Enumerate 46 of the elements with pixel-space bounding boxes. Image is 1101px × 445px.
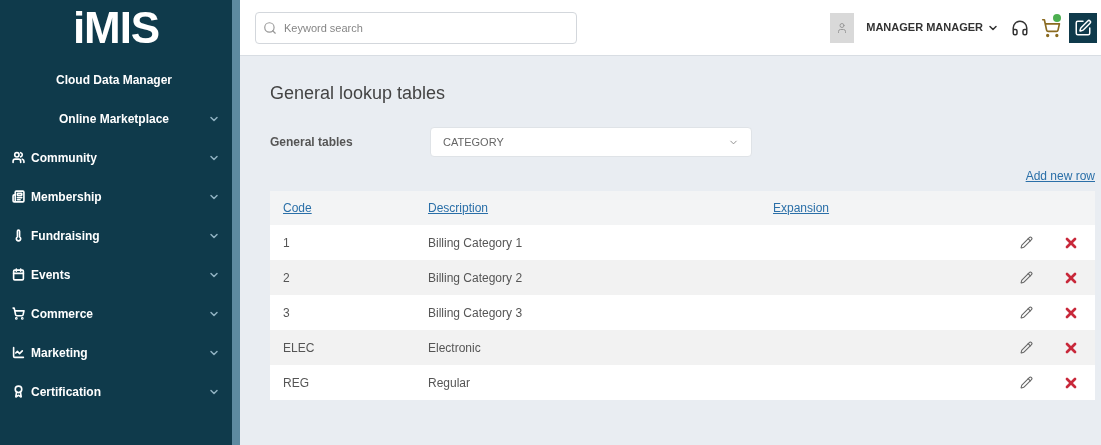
field-label: General tables [270,134,354,151]
person-icon [836,21,849,34]
table-select[interactable]: CATEGORY [430,127,752,157]
menu-icon [12,151,25,164]
table-cell-text: ELEC [283,339,316,357]
add-row-link[interactable]: Add new row [1025,167,1095,185]
column-header[interactable]: Code [283,201,312,215]
pen-square-icon [1074,18,1092,37]
sidebar-item[interactable]: Commerce [0,294,232,333]
sidebar-item[interactable]: Certification [0,372,232,411]
sidebar-item[interactable]: Online Marketplace [0,99,232,138]
table-cell-text: 3 [283,304,291,322]
table-cell-text: Billing Category 1 [428,234,524,252]
user-menu[interactable]: MANAGER MANAGER [866,19,999,36]
edit-icon[interactable] [1020,376,1033,389]
sidebar-item[interactable]: Marketing [0,333,232,372]
sidebar-item[interactable]: Fundraising [0,216,232,255]
sidebar-item[interactable]: Events [0,255,232,294]
edit-icon[interactable] [1020,306,1033,319]
menu-icon [12,190,25,203]
headset-icon[interactable] [1011,18,1029,37]
edit-icon[interactable] [1020,341,1033,354]
table-cell-text: Billing Category 3 [428,304,524,322]
table-cell-text: 1 [283,234,291,252]
table-cell-text: Electronic [428,339,482,357]
table-cell-text: Billing Category 2 [428,269,524,287]
edit-icon[interactable] [1020,271,1033,284]
column-header[interactable]: Description [428,201,489,215]
logo[interactable]: iMIS [0,4,232,52]
table-cell-text: Regular [428,374,472,392]
menu-icon [12,385,25,398]
page-title: General lookup tables [270,82,447,105]
search-icon [263,20,277,35]
edit-button[interactable] [1069,12,1097,43]
menu-icon [12,268,25,281]
table-cell-text: 2 [283,269,291,287]
cart-icon[interactable] [1041,17,1061,38]
table-cell-text: REG [283,374,310,392]
column-header[interactable]: Expansion [773,201,830,215]
menu-icon [12,307,25,320]
sidebar-item[interactable]: Community [0,138,232,177]
search-field[interactable]: Keyword search [255,11,577,44]
edit-icon[interactable] [1020,236,1033,249]
menu-icon [12,346,25,359]
sidebar-item[interactable]: Membership [0,177,232,216]
sidebar-item[interactable]: Cloud Data Manager [0,60,232,99]
